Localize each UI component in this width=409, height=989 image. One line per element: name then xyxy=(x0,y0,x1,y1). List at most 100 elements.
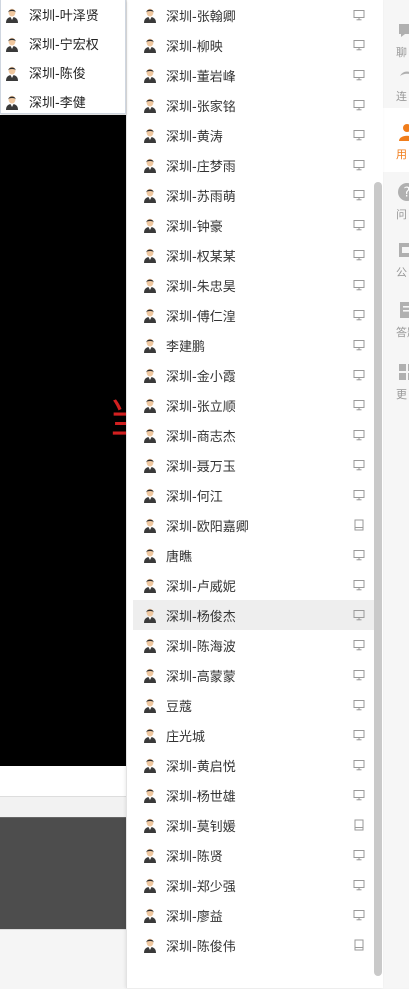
contact-name: 深圳-陈俊伟 xyxy=(166,939,236,955)
contact-list-item[interactable]: 深圳-杨世雄 xyxy=(133,780,377,810)
contact-list-item[interactable]: 深圳-张立顺 xyxy=(133,390,377,420)
contact-list-item[interactable]: 深圳-莫钊媛 xyxy=(133,810,377,840)
contact-list-item[interactable]: 深圳-陈海波 xyxy=(133,630,377,660)
dropdown-contact-item[interactable]: 深圳-宁宏权 xyxy=(1,29,125,58)
contact-name: 深圳-郑少强 xyxy=(166,879,236,895)
nav-item[interactable]: 用 xyxy=(382,108,409,172)
avatar-icon xyxy=(143,607,157,623)
avatar-icon xyxy=(143,817,157,833)
avatar-icon xyxy=(5,94,19,110)
contact-list-item[interactable]: 深圳-朱忠昊 xyxy=(133,270,377,300)
contact-list-item[interactable]: 深圳-柳映 xyxy=(133,30,377,60)
contact-name: 深圳-高蒙蒙 xyxy=(166,669,236,685)
avatar-icon xyxy=(5,36,19,52)
avatar-icon xyxy=(143,487,157,503)
avatar-icon xyxy=(143,127,157,143)
desktop-icon xyxy=(353,69,365,81)
desktop-icon xyxy=(353,909,365,921)
contact-name: 李建鹏 xyxy=(166,339,206,355)
desktop-icon xyxy=(353,579,365,591)
avatar-icon xyxy=(5,7,19,23)
question-icon: ? xyxy=(397,182,409,202)
contact-list-item[interactable]: 深圳-陈贤 xyxy=(133,840,377,870)
desktop-icon xyxy=(353,219,365,231)
tablet-icon xyxy=(353,939,365,951)
avatar-icon xyxy=(143,667,157,683)
contact-list-item[interactable]: 深圳-高蒙蒙 xyxy=(133,660,377,690)
contact-name: 深圳-杨世雄 xyxy=(166,789,236,805)
contact-list-item[interactable]: 深圳-张家铭 xyxy=(133,90,377,120)
contact-list-scrollbar[interactable] xyxy=(374,182,382,976)
contact-list-item[interactable]: 深圳-聂万玉 xyxy=(133,450,377,480)
left-dropdown-list[interactable]: 深圳-叶泽贤 深圳-宁宏权 深圳-陈俊 深圳-李健 xyxy=(0,0,126,114)
nav-item[interactable]: 更 xyxy=(382,348,409,412)
dropdown-contact-item[interactable]: 深圳-叶泽贤 xyxy=(1,0,125,29)
quiz-icon xyxy=(397,300,409,320)
contact-list-item[interactable]: 深圳-张翰卿 xyxy=(133,0,377,30)
contact-list-item[interactable]: 深圳-董岩峰 xyxy=(133,60,377,90)
contact-name: 深圳-柳映 xyxy=(166,39,223,55)
dropdown-contact-item[interactable]: 深圳-陈俊 xyxy=(1,58,125,87)
contact-list-item[interactable]: 李建鹏 xyxy=(133,330,377,360)
svg-text:?: ? xyxy=(404,186,409,201)
contact-name: 深圳-陈海波 xyxy=(166,639,236,655)
contact-list-item[interactable]: 深圳-廖益 xyxy=(133,900,377,930)
contact-list-item[interactable]: 深圳-商志杰 xyxy=(133,420,377,450)
contact-name: 深圳-傅仁湟 xyxy=(166,309,236,325)
nav-item[interactable]: 公 xyxy=(382,226,409,290)
contact-list-item[interactable]: 深圳-庄梦雨 xyxy=(133,150,377,180)
contact-list-item[interactable]: 深圳-陈俊伟 xyxy=(133,930,377,960)
notice-icon xyxy=(397,240,409,260)
contact-name: 深圳-权某某 xyxy=(166,249,236,265)
nav-label: 用 xyxy=(396,148,407,161)
contact-list-item[interactable]: 深圳-杨俊杰 xyxy=(133,600,377,630)
desktop-icon xyxy=(353,129,365,141)
tablet-icon xyxy=(353,819,365,831)
contact-list-item[interactable]: 深圳-钟豪 xyxy=(133,210,377,240)
contact-name: 深圳-钟豪 xyxy=(166,219,223,235)
contact-name: 深圳-聂万玉 xyxy=(166,459,236,475)
tablet-icon xyxy=(353,519,365,531)
contact-name: 深圳-金小霞 xyxy=(166,369,236,385)
avatar-icon xyxy=(143,847,157,863)
desktop-icon xyxy=(353,39,365,51)
nav-label: 连 xyxy=(396,90,407,103)
nav-item[interactable]: 答题 xyxy=(382,286,409,350)
contact-list-item[interactable]: 深圳-何江 xyxy=(133,480,377,510)
nav-item[interactable]: ?问 xyxy=(382,168,409,232)
nav-item[interactable]: 连 xyxy=(382,50,409,114)
desktop-icon xyxy=(353,279,365,291)
desktop-icon xyxy=(353,99,365,111)
desktop-icon xyxy=(353,489,365,501)
avatar-icon xyxy=(143,187,157,203)
contact-list-item[interactable]: 深圳-金小霞 xyxy=(133,360,377,390)
avatar-icon xyxy=(143,577,157,593)
avatar-icon xyxy=(143,637,157,653)
dropdown-contact-item[interactable]: 深圳-李健 xyxy=(1,87,125,116)
background-footer xyxy=(0,929,126,989)
desktop-icon xyxy=(353,309,365,321)
contact-list-item[interactable]: 深圳-傅仁湟 xyxy=(133,300,377,330)
avatar-icon xyxy=(143,727,157,743)
desktop-icon xyxy=(353,699,365,711)
contact-list-item[interactable]: 深圳-黄涛 xyxy=(133,120,377,150)
contact-list-item[interactable]: 深圳-苏雨萌 xyxy=(133,180,377,210)
avatar-icon xyxy=(143,937,157,953)
contact-list-item[interactable]: 深圳-欧阳嘉卿 xyxy=(133,510,377,540)
contact-list-item[interactable]: 豆蔻 xyxy=(133,690,377,720)
desktop-icon xyxy=(353,9,365,21)
contact-list-panel: 深圳-张翰卿深圳-柳映深圳-董岩峰 深圳-张家铭 深圳-黄涛深圳-庄梦雨深圳-苏雨萌… xyxy=(126,0,383,988)
contact-name: 深圳-庄梦雨 xyxy=(166,159,236,175)
nav-label: 公 xyxy=(396,266,407,279)
contact-list-item[interactable]: 唐瞧 xyxy=(133,540,377,570)
contact-name: 深圳-何江 xyxy=(166,489,223,505)
avatar-icon xyxy=(143,97,157,113)
chat-icon xyxy=(397,20,409,40)
avatar-icon xyxy=(143,37,157,53)
contact-list-item[interactable]: 深圳-郑少强 xyxy=(133,870,377,900)
contact-list-item[interactable]: 深圳-黄启悦 xyxy=(133,750,377,780)
contact-list-item[interactable]: 庄光城 xyxy=(133,720,377,750)
contact-name: 深圳-欧阳嘉卿 xyxy=(166,519,249,535)
contact-list-item[interactable]: 深圳-卢威妮 xyxy=(133,570,377,600)
contact-list-item[interactable]: 深圳-权某某 xyxy=(133,240,377,270)
